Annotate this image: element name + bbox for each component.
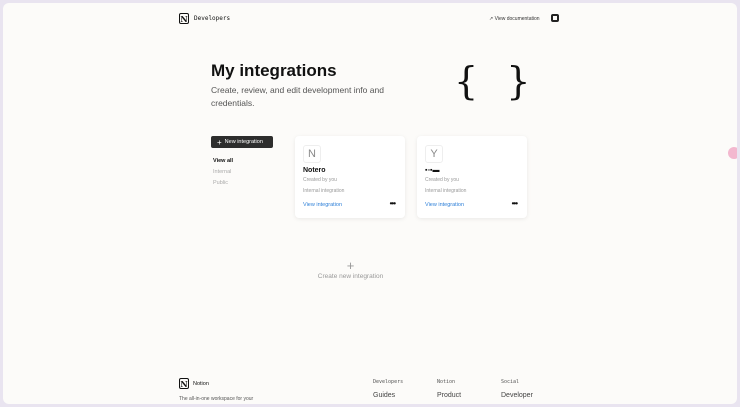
filter-view-all[interactable]: View all	[213, 158, 233, 164]
integration-creator: Created by you	[303, 177, 337, 183]
footer-column: Social Developer	[501, 379, 533, 399]
notion-logo-icon: N	[179, 13, 189, 24]
view-integration-link[interactable]: View integration	[425, 202, 464, 208]
plus-icon: +	[346, 258, 355, 273]
page: N Developers ↗ View documentation My int…	[3, 3, 737, 404]
view-integration-link[interactable]: View integration	[303, 202, 342, 208]
integration-card[interactable]: Y ▪▫▪▬ Created by you Internal integrati…	[417, 136, 527, 218]
new-integration-button[interactable]: + New integration	[211, 136, 273, 148]
integration-name: ▪▫▪▬	[425, 167, 440, 174]
plus-icon: +	[217, 137, 222, 147]
footer-column: Developers Guides	[373, 379, 403, 399]
integration-name: Notero	[303, 167, 326, 174]
footer-link[interactable]: Guides	[373, 392, 403, 399]
view-docs-label: View documentation	[494, 16, 540, 22]
integration-creator: Created by you	[425, 177, 459, 183]
page-subtitle: Create, review, and edit development inf…	[211, 85, 384, 108]
footer-tagline: The all-in-one workspace for your	[179, 396, 254, 402]
braces-icon: { }	[454, 59, 539, 103]
more-options-icon[interactable]: •••	[390, 199, 396, 208]
view-documentation-link[interactable]: ↗ View documentation	[489, 16, 540, 22]
integration-avatar: Y	[425, 145, 443, 163]
create-new-label: Create new integration	[317, 273, 384, 280]
integration-card[interactable]: N Notero Created by you Internal integra…	[295, 136, 405, 218]
footer-heading: Notion	[437, 379, 456, 385]
footer-column: Notion Product	[437, 379, 461, 399]
create-new-integration-button[interactable]: + Create new integration	[303, 258, 398, 280]
user-avatar[interactable]	[551, 14, 559, 22]
footer-link[interactable]: Product	[437, 392, 461, 399]
header-brand[interactable]: N Developers	[179, 13, 230, 24]
new-integration-label: New integration	[224, 139, 263, 145]
page-title: My integrations	[211, 61, 337, 80]
filter-public[interactable]: Public	[213, 180, 228, 186]
footer-link[interactable]: Developer	[501, 392, 533, 399]
side-widget-button[interactable]	[728, 147, 737, 159]
brand-label: Developers	[194, 15, 231, 22]
footer-heading: Social	[501, 379, 520, 385]
notion-logo-icon: N	[179, 378, 189, 389]
filter-internal[interactable]: Internal	[213, 169, 231, 175]
integration-avatar: N	[303, 145, 321, 163]
footer-heading: Developers	[373, 379, 404, 385]
integration-type: Internal integration	[303, 188, 345, 194]
footer-brand[interactable]: N Notion	[179, 378, 209, 389]
more-options-icon[interactable]: •••	[512, 199, 518, 208]
integration-type: Internal integration	[425, 188, 467, 194]
footer-brand-label: Notion	[193, 380, 209, 387]
